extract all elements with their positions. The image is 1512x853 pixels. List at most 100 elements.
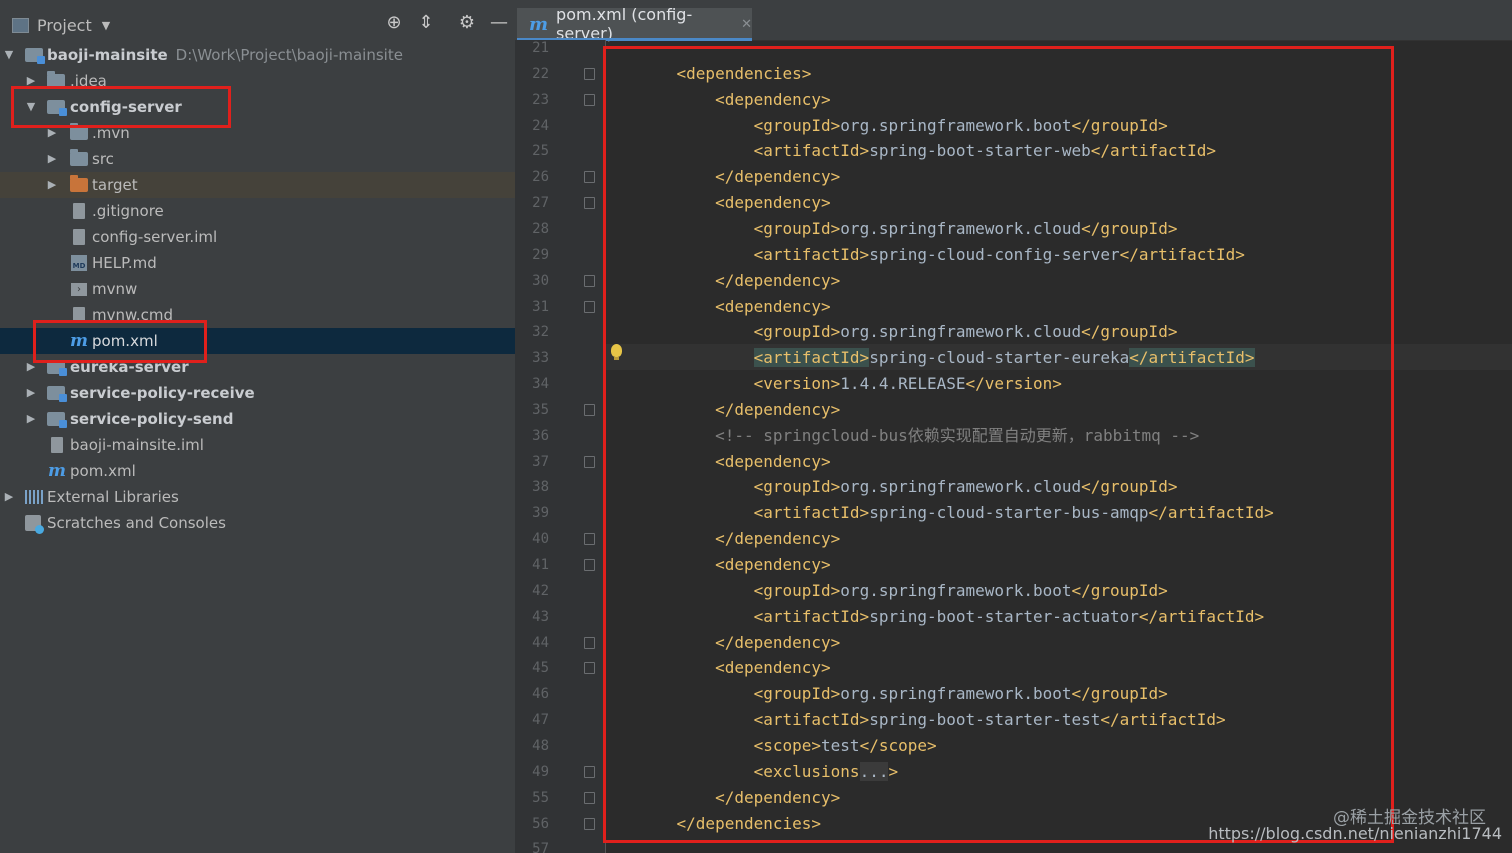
fold-marker-icon[interactable] bbox=[584, 818, 595, 830]
xml-value: org.springframework.boot bbox=[840, 581, 1072, 600]
line-number: 49 bbox=[532, 764, 549, 780]
gutter: 21 22 23 24 25 26 27 28 29 30 31 32 33 34 35 36 37 38 39 40… bbox=[515, 40, 606, 853]
expand-arrow-icon[interactable]: ▶ bbox=[24, 406, 38, 432]
tree-item-help-md[interactable]: MD HELP.md bbox=[0, 250, 515, 276]
xml-value: spring-boot-starter-test bbox=[869, 710, 1101, 729]
code-line: <groupId>org.springframework.cloud</grou… bbox=[638, 474, 1178, 500]
fold-marker-icon[interactable] bbox=[584, 792, 595, 804]
tree-label-wrap: baoji-mainsite D:\Work\Project\baoji-main… bbox=[47, 42, 403, 68]
expand-arrow-icon[interactable]: ▼ bbox=[24, 94, 38, 120]
folder-icon bbox=[47, 71, 65, 88]
project-toolbar: Project ▼ ⊕ ⇕ ⚙ — bbox=[0, 0, 515, 48]
collapse-all-icon[interactable]: ⇕ bbox=[415, 12, 437, 34]
tree-item-service-policy-receive[interactable]: ▶ service-policy-receive bbox=[0, 380, 515, 406]
tree-label: service-policy-send bbox=[70, 410, 234, 428]
tree-label: pom.xml bbox=[92, 332, 158, 350]
fold-marker-icon[interactable] bbox=[584, 559, 595, 571]
terminal-file-icon: › bbox=[71, 283, 87, 296]
fold-expand-icon[interactable] bbox=[584, 766, 595, 778]
xml-tag: </dependency> bbox=[715, 167, 841, 186]
tree-item-service-policy-send[interactable]: ▶ service-policy-send bbox=[0, 406, 515, 432]
tree-item-idea[interactable]: ▶ .idea bbox=[0, 68, 515, 94]
fold-marker-icon[interactable] bbox=[584, 275, 595, 287]
project-view-selector[interactable]: Project ▼ bbox=[12, 14, 110, 36]
tree-item-baoji-mainsite[interactable]: ▼ baoji-mainsite D:\Work\Project\baoji-ma… bbox=[0, 42, 515, 68]
tree-label: target bbox=[92, 176, 138, 194]
tab-pom-xml[interactable]: m pom.xml (config-server) ✕ bbox=[517, 5, 752, 43]
folder-icon bbox=[70, 149, 88, 166]
line-number: 36 bbox=[532, 428, 549, 444]
expand-arrow-icon[interactable]: ▶ bbox=[24, 354, 38, 380]
tree-item-root-pom-xml[interactable]: m pom.xml bbox=[0, 458, 515, 484]
xml-close-tag: </groupId> bbox=[1071, 684, 1168, 703]
code-line: <dependency> bbox=[638, 190, 831, 216]
line-number: 38 bbox=[532, 479, 549, 495]
intention-bulb-icon[interactable] bbox=[611, 344, 622, 360]
tree-label: Scratches and Consoles bbox=[47, 514, 226, 532]
tree-item-external-libraries[interactable]: ▶ External Libraries bbox=[0, 484, 515, 510]
tree-label: .idea bbox=[70, 72, 107, 90]
project-title: Project bbox=[37, 15, 92, 35]
xml-open-tag: <groupId> bbox=[753, 116, 841, 135]
locate-file-icon[interactable]: ⊕ bbox=[383, 12, 405, 34]
tree-item-mvnw[interactable]: › mvnw bbox=[0, 276, 515, 302]
maven-icon: m bbox=[48, 461, 66, 481]
expand-arrow-icon[interactable]: ▶ bbox=[24, 380, 38, 406]
hide-panel-icon[interactable]: — bbox=[488, 12, 510, 34]
tree-item-src[interactable]: ▶ src bbox=[0, 146, 515, 172]
close-icon[interactable]: ✕ bbox=[741, 17, 752, 32]
tree-item-eureka-server[interactable]: ▶ eureka-server bbox=[0, 354, 515, 380]
gear-icon[interactable]: ⚙ bbox=[456, 12, 478, 34]
fold-marker-icon[interactable] bbox=[584, 68, 595, 80]
xml-tag: </dependency> bbox=[715, 400, 841, 419]
tree-item-config-server[interactable]: ▼ config-server bbox=[0, 94, 515, 120]
xml-tag: <dependency> bbox=[715, 452, 831, 471]
expand-arrow-icon[interactable]: ▶ bbox=[24, 68, 38, 94]
tree-label: eureka-server bbox=[70, 358, 189, 376]
xml-value: org.springframework.cloud bbox=[840, 322, 1082, 341]
expand-arrow-icon[interactable]: ▶ bbox=[45, 120, 59, 146]
expand-arrow-icon[interactable]: ▶ bbox=[2, 484, 16, 510]
tree-label: service-policy-receive bbox=[70, 384, 255, 402]
code-line: <dependency> bbox=[638, 294, 831, 320]
expand-arrow-icon[interactable]: ▶ bbox=[45, 172, 59, 198]
tree-item-scratches[interactable]: Scratches and Consoles bbox=[0, 510, 515, 536]
fold-marker-icon[interactable] bbox=[584, 301, 595, 313]
tree-label: pom.xml bbox=[70, 462, 136, 480]
fold-marker-icon[interactable] bbox=[584, 533, 595, 545]
fold-marker-icon[interactable] bbox=[584, 404, 595, 416]
maven-icon: m bbox=[529, 13, 549, 35]
line-number: 44 bbox=[532, 635, 549, 651]
fold-marker-icon[interactable] bbox=[584, 637, 595, 649]
xml-close-tag: </scope> bbox=[859, 736, 937, 755]
xml-value: spring-cloud-config-server bbox=[869, 245, 1120, 264]
tree-item-config-server-iml[interactable]: config-server.iml bbox=[0, 224, 515, 250]
fold-marker-icon[interactable] bbox=[584, 456, 595, 468]
expand-arrow-icon[interactable]: ▼ bbox=[2, 42, 16, 68]
tree-item-target[interactable]: ▶ target bbox=[0, 172, 515, 198]
tree-item-pom-xml-selected[interactable]: m pom.xml bbox=[0, 328, 515, 354]
scratches-icon bbox=[25, 515, 44, 534]
watermark-csdn: https://blog.csdn.net/nienianzhi1744 bbox=[1208, 824, 1502, 843]
line-number: 41 bbox=[532, 557, 549, 573]
tree-item-mvnw-cmd[interactable]: mvnw.cmd bbox=[0, 302, 515, 328]
tree-item-gitignore[interactable]: .gitignore bbox=[0, 198, 515, 224]
line-number: 34 bbox=[532, 376, 549, 392]
expand-arrow-icon[interactable]: ▶ bbox=[45, 146, 59, 172]
tree-item-mvn[interactable]: ▶ .mvn bbox=[0, 120, 515, 146]
fold-marker-icon[interactable] bbox=[584, 94, 595, 106]
fold-marker-icon[interactable] bbox=[584, 197, 595, 209]
xml-value: ... bbox=[859, 762, 889, 781]
tree-label: mvnw bbox=[92, 280, 138, 298]
fold-marker-icon[interactable] bbox=[584, 171, 595, 183]
fold-marker-icon[interactable] bbox=[584, 662, 595, 674]
tree-item-baoji-mainsite-iml[interactable]: baoji-mainsite.iml bbox=[0, 432, 515, 458]
xml-tag: <dependency> bbox=[715, 193, 831, 212]
code-line: <dependency> bbox=[638, 87, 831, 113]
